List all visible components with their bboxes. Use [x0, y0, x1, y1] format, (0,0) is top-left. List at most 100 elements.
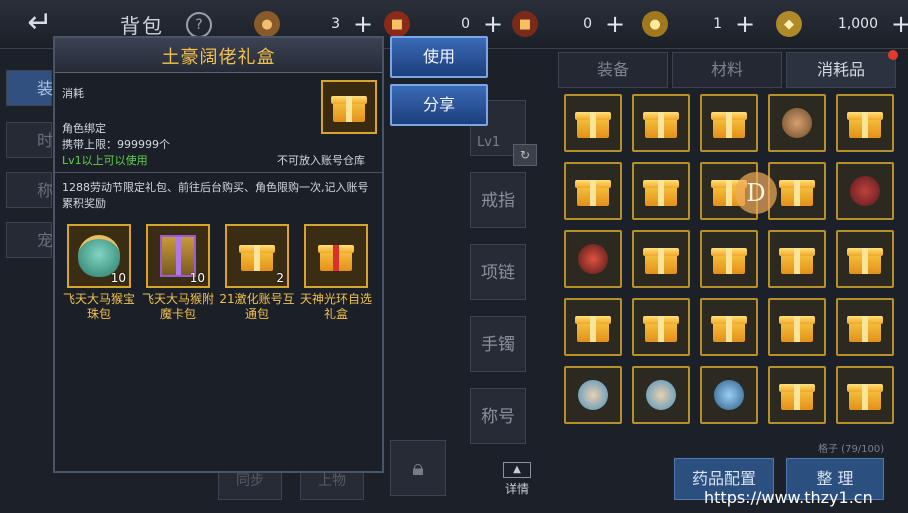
necklace-slot[interactable]: 项链 — [470, 244, 526, 300]
reward-count: 10 — [110, 271, 126, 285]
currency-value: 1 — [713, 16, 722, 32]
gift-box-icon — [779, 312, 815, 342]
help-icon[interactable]: ? — [186, 12, 212, 38]
inventory-slot[interactable] — [768, 298, 826, 356]
inventory-slot[interactable] — [632, 162, 690, 220]
copper-coin-icon: ● — [254, 11, 280, 37]
ring-slot[interactable]: 戒指 — [470, 172, 526, 228]
gift-box-icon — [575, 312, 611, 342]
item-description: 1288劳动节限定礼包、前往后台购买、角色限购一次,记入账号累积奖励 — [62, 181, 369, 210]
add-scroll-button[interactable]: + — [604, 12, 626, 36]
inventory-slot[interactable] — [632, 230, 690, 288]
gold-gift-box-icon — [239, 241, 275, 271]
red-ribbon-gift-icon — [318, 241, 354, 271]
inventory-slot[interactable] — [564, 230, 622, 288]
use-button[interactable]: 使用 — [390, 36, 488, 78]
inventory-slot[interactable] — [768, 94, 826, 152]
currency-value: 3 — [331, 16, 340, 32]
gift-bag-icon — [578, 380, 608, 410]
notification-dot — [888, 50, 898, 60]
inventory-slot[interactable] — [836, 366, 894, 424]
inventory-slot[interactable] — [700, 94, 758, 152]
add-gold-coin-button[interactable]: + — [734, 12, 756, 36]
inventory-slot[interactable] — [768, 366, 826, 424]
refresh-icon[interactable]: ↻ — [513, 144, 537, 166]
inventory-slot[interactable] — [632, 366, 690, 424]
gift-box-icon — [847, 108, 883, 138]
tab-fashion[interactable]: 时 — [6, 122, 53, 158]
gift-box-icon — [643, 244, 679, 274]
level-requirement: Lv1以上可以使用 — [62, 154, 148, 167]
back-arrow-icon[interactable]: ↵ — [14, 6, 66, 40]
gift-box-icon — [575, 108, 611, 138]
reward-name: 飞天大马猴宝珠包 — [62, 292, 135, 321]
add-copper-button[interactable]: + — [352, 12, 374, 36]
detail-label: 详情 — [504, 482, 529, 496]
title-slot[interactable]: 称号 — [470, 388, 526, 444]
inventory-slot[interactable] — [564, 298, 622, 356]
gift-box-icon — [779, 176, 815, 206]
gift-box-icon — [711, 244, 747, 274]
inventory-slot[interactable] — [836, 94, 894, 152]
warehouse-note: 不可放入账号仓库 — [277, 154, 365, 167]
add-scroll-button[interactable]: + — [482, 12, 504, 36]
watermark: https://www.thzy1.cn — [704, 488, 873, 507]
currency-scroll-2: ■ 0 + — [512, 10, 626, 38]
item-bind: 角色绑定 — [62, 122, 106, 135]
gift-box-icon — [847, 312, 883, 342]
gift-box-icon — [711, 108, 747, 138]
inventory-slot[interactable] — [768, 230, 826, 288]
red-orb-icon — [578, 244, 608, 274]
reward-item[interactable]: 10 — [146, 224, 210, 288]
inventory-slot[interactable] — [632, 94, 690, 152]
detail-button[interactable]: ▲ 详情 — [500, 462, 534, 497]
divider — [55, 172, 382, 173]
tab-equipment[interactable]: 装 — [6, 70, 53, 106]
gift-bag-icon — [646, 380, 676, 410]
blue-armor-icon — [714, 380, 744, 410]
inventory-slot[interactable] — [564, 366, 622, 424]
gift-box-icon — [847, 380, 883, 410]
tab-title[interactable]: 称 — [6, 172, 53, 208]
gift-box-icon — [779, 244, 815, 274]
currency-gold-coin: ● 1 + — [642, 10, 756, 38]
tab-pet[interactable]: 宠 — [6, 222, 53, 258]
reward-count: 2 — [276, 271, 284, 285]
gift-box-icon — [575, 176, 611, 206]
item-type: 消耗 — [62, 87, 84, 100]
gift-box-icon — [779, 380, 815, 410]
inventory-slot[interactable] — [564, 162, 622, 220]
bracelet-slot[interactable]: 手镯 — [470, 316, 526, 372]
inventory-capacity: 格子 (79/100) — [818, 444, 885, 455]
share-button[interactable]: 分享 — [390, 84, 488, 126]
gold-coin-icon: ● — [642, 11, 668, 37]
round-item-icon — [782, 108, 812, 138]
reward-item[interactable]: 2 — [225, 224, 289, 288]
tab-equipment-category[interactable]: 装备 — [558, 52, 668, 88]
inventory-slot[interactable] — [836, 230, 894, 288]
level-label: Lv1 — [477, 135, 501, 150]
tab-materials[interactable]: 材料 — [672, 52, 782, 88]
inventory-slot[interactable] — [836, 162, 894, 220]
add-gold-ingot-button[interactable]: + — [890, 12, 908, 36]
inventory-slot[interactable] — [700, 366, 758, 424]
inventory-slot[interactable] — [632, 298, 690, 356]
inventory-slot[interactable] — [564, 94, 622, 152]
tab-consumables[interactable]: 消耗品 — [786, 52, 896, 88]
gift-box-icon — [643, 176, 679, 206]
currency-copper: ● 3 + — [254, 10, 374, 38]
inventory-slot[interactable] — [700, 298, 758, 356]
reward-item[interactable]: 10 — [67, 224, 131, 288]
currency-scroll-1: ■ 0 + — [384, 10, 504, 38]
page-title: 背包 — [120, 14, 164, 38]
floating-badge[interactable]: D — [735, 172, 777, 214]
reward-item[interactable] — [304, 224, 368, 288]
currency-value: 0 — [461, 16, 470, 32]
inventory-slot[interactable] — [700, 230, 758, 288]
chevron-up-icon: ▲ — [503, 462, 531, 478]
gift-box-icon — [321, 80, 377, 134]
carry-limit: 携带上限：999999个 — [62, 138, 170, 151]
gift-box-icon — [847, 244, 883, 274]
inventory-slot[interactable] — [836, 298, 894, 356]
lock-icon[interactable]: 🔒︎ — [390, 440, 446, 496]
